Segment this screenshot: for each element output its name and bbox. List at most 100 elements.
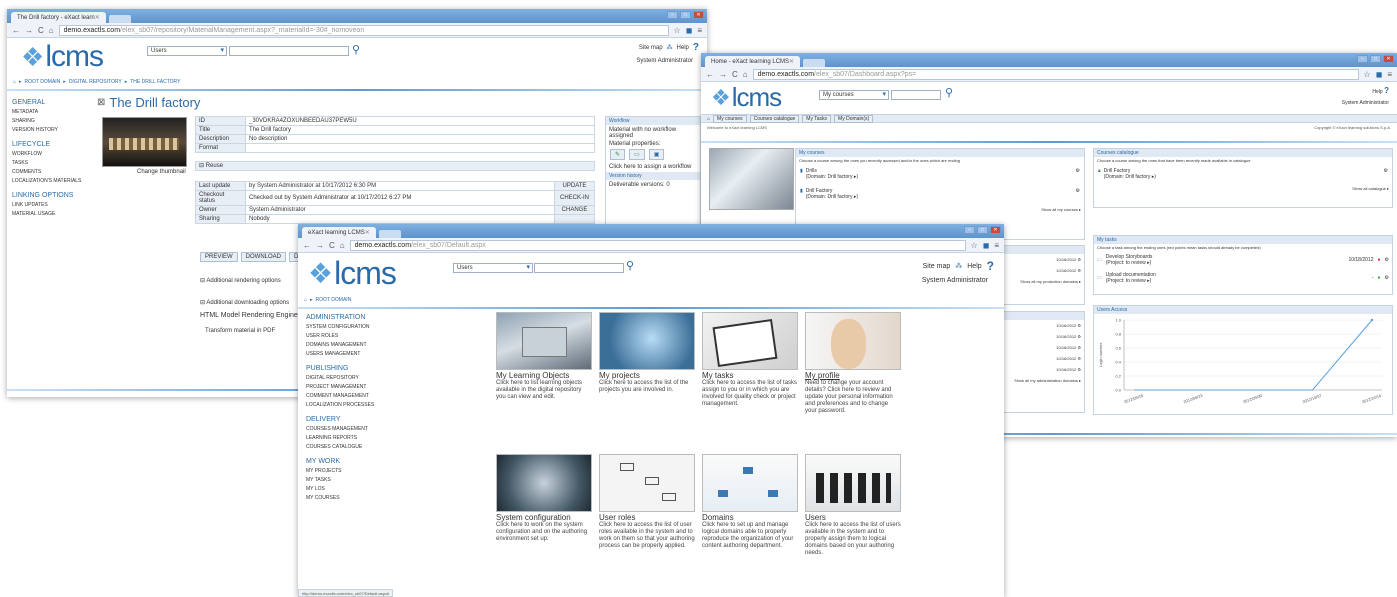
search-input[interactable] — [891, 90, 941, 100]
settings-icon[interactable]: ⚙ — [1385, 257, 1389, 263]
maximize-icon[interactable]: □ — [977, 226, 988, 234]
minimize-icon[interactable]: – — [667, 11, 678, 19]
nav-item-tasks[interactable]: TASKS — [12, 160, 92, 166]
home-icon[interactable]: ⌂ — [743, 70, 748, 79]
star-icon[interactable]: ☆ — [1364, 70, 1371, 79]
menu-icon[interactable]: ≡ — [994, 241, 999, 250]
star-icon[interactable]: ☆ — [674, 26, 681, 35]
star-icon[interactable]: ☆ — [971, 241, 978, 250]
help-icon[interactable]: ? — [693, 42, 699, 53]
list-item[interactable]: 10/16/2012 ⚙ — [998, 331, 1084, 342]
home-icon[interactable]: ⌂ — [340, 241, 345, 250]
menu-icon[interactable]: ≡ — [1387, 70, 1392, 79]
tile-user-roles[interactable]: User roles Click here to access the list… — [599, 454, 695, 550]
list-item[interactable]: 10/16/2012 ⚙ — [998, 342, 1084, 353]
maximize-icon[interactable]: □ — [1370, 55, 1381, 63]
user-name[interactable]: System Administrator — [922, 277, 988, 284]
settings-icon[interactable]: ⚙ — [1385, 275, 1389, 281]
home-icon[interactable]: ⌂ — [49, 26, 54, 35]
tab-my-courses[interactable]: My courses — [713, 114, 747, 123]
url-field[interactable]: demo.exactls.com/elex_sb07/Dashboard.asp… — [752, 68, 1359, 80]
update-button[interactable]: UPDATE — [554, 181, 595, 191]
new-tab-button[interactable] — [803, 59, 826, 67]
help-icon[interactable]: ? — [987, 259, 994, 273]
site-map-link[interactable]: Site map — [639, 45, 663, 51]
back-icon[interactable]: ← — [12, 26, 20, 35]
settings-icon[interactable]: ⚙ — [1076, 168, 1080, 180]
nav-item-domains-management[interactable]: DOMAINS MANAGEMENT — [306, 342, 426, 348]
close-icon[interactable]: ✕ — [1383, 55, 1394, 63]
edit-icon[interactable]: ✎ — [610, 149, 626, 160]
show-all-catalogue-link[interactable]: Show all catalogue ▸ — [1094, 184, 1392, 193]
user-name[interactable]: System Administrator — [636, 58, 693, 64]
change-thumbnail-link[interactable]: Change thumbnail — [137, 169, 186, 175]
help-link[interactable]: Help — [677, 45, 689, 51]
close-icon[interactable]: ✕ — [990, 226, 1001, 234]
nav-item-localizations[interactable]: LOCALIZATION'S MATERIALS — [12, 178, 92, 184]
nav-item-project-management[interactable]: PROJECT MANAGEMENT — [306, 384, 426, 390]
close-tab-icon[interactable]: ✕ — [789, 58, 794, 65]
monitor-icon[interactable]: ▭ — [629, 149, 645, 160]
nav-item-digital-repository[interactable]: DIGITAL REPOSITORY — [306, 375, 426, 381]
nav-item-my-tasks[interactable]: MY TASKS — [306, 477, 426, 483]
help-link[interactable]: Help — [967, 263, 981, 270]
nav-item-comment-management[interactable]: COMMENT MANAGEMENT — [306, 393, 426, 399]
show-all-courses-link[interactable]: Show all my courses ▸ — [796, 204, 1084, 215]
additional-downloading-options[interactable]: ⊟ Additional downloading options — [200, 299, 289, 306]
minimize-icon[interactable]: – — [1357, 55, 1368, 63]
search-icon[interactable]: ⚲ — [352, 43, 360, 56]
transform-pdf-link[interactable]: Transform material in PDF — [205, 328, 275, 334]
nav-item-workflow[interactable]: WORKFLOW — [12, 151, 92, 157]
url-field[interactable]: demo.exactls.com/elex_sb07/Default.aspx — [349, 239, 966, 251]
nav-item-courses-management[interactable]: COURSES MANAGEMENT — [306, 426, 426, 432]
reload-icon[interactable]: C — [329, 241, 335, 250]
additional-rendering-options[interactable]: ⊟ Additional rendering options — [200, 277, 281, 284]
reuse-section[interactable]: ⊟ Reuse — [195, 161, 595, 171]
browser-tab[interactable]: Home - eXact learning LCMS ✕ — [705, 56, 801, 67]
search-input[interactable] — [229, 46, 349, 56]
list-item[interactable]: 10/16/2012 ⚙ — [998, 320, 1084, 331]
tab-my-tasks[interactable]: My Tasks — [802, 114, 832, 123]
new-tab-button[interactable] — [108, 15, 131, 23]
forward-icon[interactable]: → — [719, 70, 727, 79]
nav-item-system-configuration[interactable]: SYSTEM CONFIGURATION — [306, 324, 426, 330]
tile-system-configuration[interactable]: System configuration Click here to work … — [496, 454, 592, 543]
task-row[interactable]: ▭ Develop Storyboards (Project: to review … — [1094, 251, 1392, 269]
search-icon[interactable]: ⚲ — [945, 86, 953, 99]
nav-item-material-usage[interactable]: MATERIAL USAGE — [12, 211, 92, 217]
browser-tab[interactable]: The Drill factory - eXact learn ✕ — [11, 12, 106, 23]
nav-item-version-history[interactable]: VERSION HISTORY — [12, 127, 92, 133]
list-item[interactable]: 10/16/2012 ⚙ — [998, 254, 1084, 265]
minimize-icon[interactable]: – — [964, 226, 975, 234]
nav-item-my-courses[interactable]: MY COURSES — [306, 495, 426, 501]
extension-icon[interactable]: ◼ — [1376, 70, 1383, 79]
maximize-icon[interactable]: □ — [680, 11, 691, 19]
tab-my-domains[interactable]: My Domain(s) — [834, 114, 874, 123]
list-item[interactable]: 10/16/2012 ⚙ — [998, 353, 1084, 364]
nav-item-users-management[interactable]: USERS MANAGEMENT — [306, 351, 426, 357]
nav-item-metadata[interactable]: METADATA — [12, 109, 92, 115]
new-tab-button[interactable] — [378, 230, 401, 238]
close-tab-icon[interactable]: ✕ — [365, 229, 370, 236]
tile-my-tasks[interactable]: My tasks Click here to access the list o… — [702, 312, 798, 408]
check-in-button[interactable]: CHECK-IN — [554, 190, 595, 206]
nav-item-user-roles[interactable]: USER ROLES — [306, 333, 426, 339]
tile-users[interactable]: Users Click here to access the list of u… — [805, 454, 901, 557]
tile-my-learning-objects[interactable]: My Learning Objects Click here to list l… — [496, 312, 592, 401]
help-link[interactable]: Help ? — [1372, 86, 1389, 95]
nav-item-learning-reports[interactable]: LEARNING REPORTS — [306, 435, 426, 441]
search-icon[interactable]: ⚲ — [626, 259, 634, 272]
home-icon[interactable]: ⌂ — [304, 297, 307, 303]
search-scope-select[interactable]: My courses — [819, 90, 889, 100]
settings-icon[interactable]: ⚙ — [1384, 168, 1388, 180]
forward-icon[interactable]: → — [316, 241, 324, 250]
download-button[interactable]: DOWNLOAD — [240, 252, 287, 262]
forward-icon[interactable]: → — [25, 26, 33, 35]
home-icon[interactable]: ⌂ — [13, 79, 16, 85]
preview-button[interactable]: PREVIEW — [200, 252, 238, 262]
nav-item-link-updates[interactable]: LINK UPDATES — [12, 202, 92, 208]
assign-workflow-link[interactable]: Click here to assign a workflow — [606, 162, 700, 172]
show-all-admin-link[interactable]: Show all my administration domains ▸ — [998, 375, 1084, 386]
url-field[interactable]: demo.exactls.com/elex_sb07/repository/Ma… — [58, 24, 669, 36]
list-item[interactable]: ▮ Drill Factory (Domain: Drill factory ▸) ⚙ — [796, 184, 1084, 204]
